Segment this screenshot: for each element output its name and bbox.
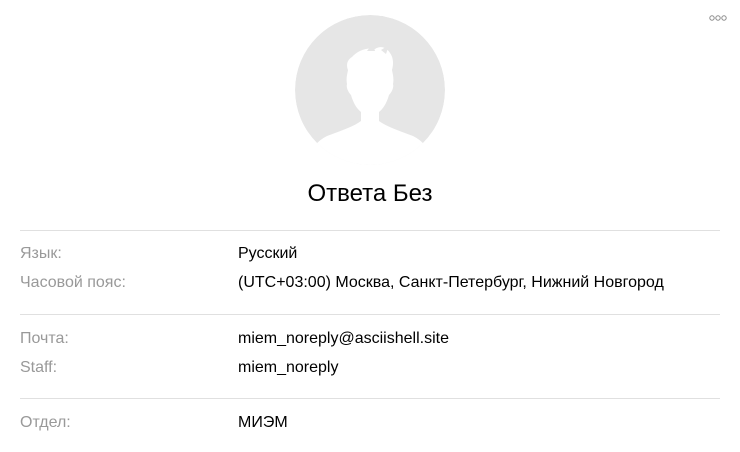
user-silhouette-icon xyxy=(295,15,445,165)
staff-label: Staff: xyxy=(20,359,58,376)
more-options-button[interactable] xyxy=(703,10,733,26)
language-label: Язык: xyxy=(20,245,62,262)
department-label: Отдел: xyxy=(20,414,71,431)
section-divider xyxy=(20,314,720,315)
staff-row: Staff: miem_noreply xyxy=(0,357,740,379)
timezone-row: Часовой пояс: (UTC+03:00) Москва, Санкт-… xyxy=(0,272,740,294)
profile-name: Ответа Без xyxy=(307,180,433,207)
department-row: Отдел: МИЭМ xyxy=(0,412,740,434)
section-divider xyxy=(20,230,720,231)
email-row: Почта: miem_noreply@asciishell.site xyxy=(0,328,740,350)
timezone-value: (UTC+03:00) Москва, Санкт-Петербург, Ниж… xyxy=(238,274,664,291)
language-row: Язык: Русский xyxy=(0,243,740,265)
ellipsis-horizontal-icon xyxy=(709,15,727,21)
email-label: Почта: xyxy=(20,330,69,347)
section-divider xyxy=(20,398,720,399)
department-value: МИЭМ xyxy=(238,414,288,431)
timezone-label: Часовой пояс: xyxy=(20,274,126,291)
avatar xyxy=(295,15,445,165)
language-value: Русский xyxy=(238,245,298,262)
email-value[interactable]: miem_noreply@asciishell.site xyxy=(238,328,449,350)
staff-value[interactable]: miem_noreply xyxy=(238,357,338,379)
